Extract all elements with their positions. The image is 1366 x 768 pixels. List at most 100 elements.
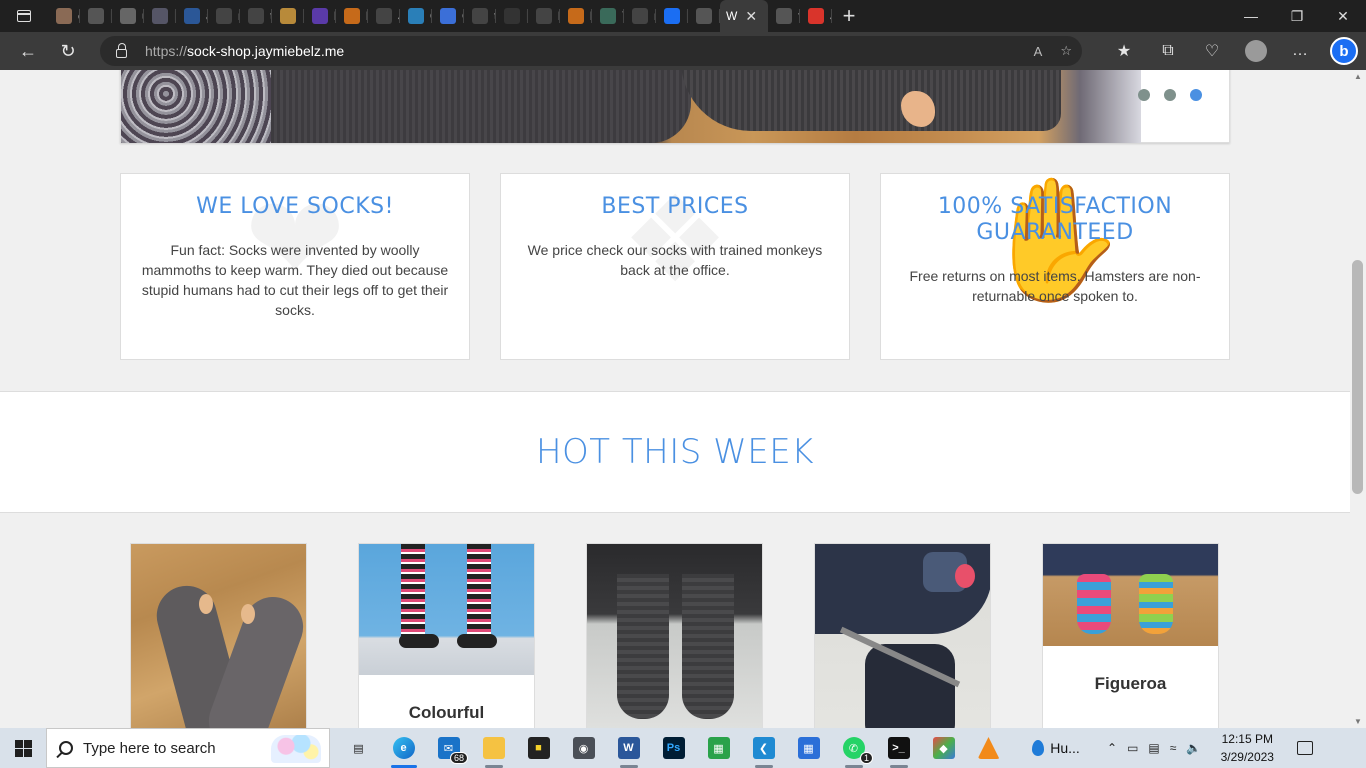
collections-button[interactable]: ⧉ — [1146, 32, 1190, 70]
read-aloud-icon[interactable]: A — [1034, 44, 1043, 59]
windows-logo-icon — [14, 739, 32, 757]
product-card[interactable] — [130, 543, 307, 728]
scroll-down-arrow-icon[interactable]: ▼ — [1354, 717, 1362, 726]
battery-icon[interactable]: ▭ — [1127, 741, 1138, 755]
product-card[interactable] — [814, 543, 991, 728]
tab-list: elNu:FiavmtuInkukuJaOClteRekukuYamHNW✕fa… — [48, 0, 832, 32]
add-favorite-icon[interactable]: ☆ — [1060, 43, 1072, 59]
performance-button[interactable]: ♡ — [1190, 32, 1234, 70]
back-button[interactable]: ← — [8, 32, 48, 70]
github-tab-icon — [472, 8, 488, 24]
taskbar-edge[interactable]: e — [381, 728, 426, 768]
taskbar-git-tool[interactable]: ◆ — [921, 728, 966, 768]
browser-tab[interactable]: N — [688, 0, 720, 32]
profile-button[interactable] — [1234, 32, 1278, 70]
settings-menu-button[interactable]: … — [1278, 32, 1322, 70]
browser-tab[interactable]: N — [80, 0, 112, 32]
notification-center-button[interactable] — [1283, 728, 1327, 768]
taskbar-mail[interactable]: ✉ 68 — [426, 728, 471, 768]
browser-tab[interactable]: In — [272, 0, 304, 32]
task-view-button[interactable]: ▤ — [336, 728, 381, 768]
browser-tab[interactable]: m — [208, 0, 240, 32]
browser-tab[interactable]: av — [176, 0, 208, 32]
taskbar-vscode[interactable]: ❮ — [741, 728, 786, 768]
browser-tab[interactable]: el — [48, 0, 80, 32]
favorites-button[interactable]: ★ — [1102, 32, 1146, 70]
browser-tab[interactable]: ku — [336, 0, 368, 32]
browser-tab[interactable]: m — [624, 0, 656, 32]
product-image[interactable] — [815, 544, 990, 728]
browser-tab[interactable]: tu — [240, 0, 272, 32]
refresh-button[interactable]: ↻ — [48, 32, 88, 70]
product-image[interactable] — [587, 544, 762, 728]
close-tab-icon[interactable]: ✕ — [745, 8, 757, 25]
slider-dot[interactable] — [1138, 89, 1150, 101]
slider-dot[interactable] — [1190, 89, 1202, 101]
restore-button[interactable]: ❐ — [1274, 0, 1320, 32]
taskbar-store[interactable]: ▦ — [786, 728, 831, 768]
window-controls: — ❐ ✕ — [1228, 0, 1366, 32]
browser-tab[interactable]: te — [464, 0, 496, 32]
page-scrollbar[interactable]: ▲ ▼ — [1350, 70, 1366, 728]
browser-tab[interactable]: H — [656, 0, 688, 32]
browser-tab[interactable]: Fi — [144, 0, 176, 32]
device-icon[interactable]: ▤ — [1148, 741, 1159, 755]
tab-actions-menu-button[interactable] — [0, 0, 48, 32]
taskbar-search-box[interactable]: Type here to search — [46, 728, 330, 768]
product-card[interactable]: Figueroa — [1042, 543, 1219, 728]
back-arrow-icon: ← — [19, 40, 37, 61]
github-tab-icon — [216, 8, 232, 24]
taskbar-whatsapp[interactable]: ✆ 1 — [831, 728, 876, 768]
scroll-up-arrow-icon[interactable]: ▲ — [1354, 72, 1362, 81]
browser-tab[interactable]: ku — [304, 0, 336, 32]
browser-tab[interactable]: Ja — [368, 0, 400, 32]
browser-tab[interactable]: ku — [528, 0, 560, 32]
volume-icon[interactable]: 🔈 — [1186, 741, 1201, 755]
product-card[interactable] — [586, 543, 763, 728]
new-tab-button[interactable]: + — [832, 0, 866, 32]
browser-tab[interactable]: Re — [496, 0, 528, 32]
product-card[interactable]: Colourful — [358, 543, 535, 728]
browser-tab[interactable]: JA — [800, 0, 832, 32]
minimize-button[interactable]: — — [1228, 0, 1274, 32]
scrollbar-thumb[interactable] — [1352, 260, 1363, 494]
taskbar-excel-like[interactable]: ▦ — [696, 728, 741, 768]
address-bar[interactable]: https://sock-shop.jaymiebelz.me A ☆ — [100, 36, 1082, 66]
edge-icon: e — [392, 737, 415, 759]
taskbar-file-explorer[interactable] — [471, 728, 516, 768]
active-browser-tab[interactable]: W ✕ — [720, 0, 768, 32]
browser-tab[interactable]: Cl — [432, 0, 464, 32]
browser-tab[interactable]: u: — [112, 0, 144, 32]
taskbar-vlc[interactable] — [966, 728, 1011, 768]
start-button[interactable] — [0, 728, 46, 768]
close-window-button[interactable]: ✕ — [1320, 0, 1366, 32]
browser-tab[interactable]: fa — [768, 0, 800, 32]
browser-tab[interactable]: Ya — [592, 0, 624, 32]
taskbar-clock[interactable]: 12:15 PM 3/29/2023 — [1211, 730, 1283, 766]
browser-tab[interactable]: ku — [560, 0, 592, 32]
taskbar-terminal[interactable]: >_ — [876, 728, 921, 768]
taskbar-word[interactable]: W — [606, 728, 651, 768]
product-name[interactable]: Colourful — [359, 703, 534, 723]
show-hidden-icons-chevron-icon[interactable]: ⌃ — [1107, 741, 1117, 755]
taskbar-photoshop[interactable]: Ps — [651, 728, 696, 768]
product-image[interactable] — [1043, 544, 1218, 646]
github-tab-icon — [248, 8, 264, 24]
product-image[interactable] — [359, 544, 534, 675]
hot-this-week-band: HOT THIS WEEK — [0, 391, 1350, 513]
product-name[interactable]: Figueroa — [1043, 674, 1218, 694]
taskbar-camera[interactable]: ◉ — [561, 728, 606, 768]
weather-widget[interactable]: Hu... — [1011, 740, 1101, 756]
feature-title: WE LOVE SOCKS! — [196, 194, 394, 219]
doc-tab-icon — [440, 8, 456, 24]
browser-tab[interactable]: O — [400, 0, 432, 32]
taskbar-sticky-notes[interactable]: ■ — [516, 728, 561, 768]
bing-chat-button[interactable]: b — [1322, 32, 1366, 70]
browser-toolbar: ← ↻ https://sock-shop.jaymiebelz.me A ☆ … — [0, 32, 1366, 70]
product-image[interactable] — [131, 544, 306, 728]
github-tab-icon — [376, 8, 392, 24]
humidity-drop-icon — [1032, 740, 1045, 756]
github-tab-icon — [536, 8, 552, 24]
wifi-icon[interactable]: ≈ — [1170, 741, 1177, 755]
slider-dot[interactable] — [1164, 89, 1176, 101]
